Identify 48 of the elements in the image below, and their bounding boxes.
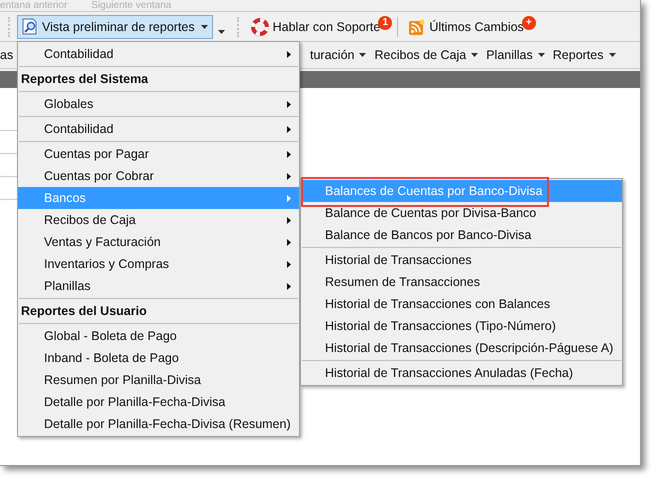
menu-item[interactable]: Globales [18,93,299,115]
caret-icon [359,53,366,57]
menu-item[interactable]: Historial de Transacciones (Descripción-Páguese A) [301,337,622,359]
submenu-arrow-icon [287,50,291,58]
caret-icon [608,53,616,57]
menu-item[interactable]: Historial de Transacciones con Balances [301,293,622,315]
menu-item[interactable]: Cuentas por Cobrar [18,165,299,187]
submenu-arrow-icon [287,150,291,158]
menu-section-header: Reportes del Usuario [20,303,148,320]
menubar-item[interactable]: turación [310,48,374,62]
submenu-arrow-icon [287,260,291,268]
menu-section-header: Reportes del Sistema [20,71,150,88]
submenu-arrow-icon [287,282,291,290]
menu-item[interactable]: Global - Boleta de Pago [18,325,299,347]
menu-item[interactable]: Detalle por Planilla-Fecha-Divisa [18,391,299,413]
menu-item[interactable]: Inventarios y Compras [18,253,299,275]
menubar-item[interactable]: Reportes [552,48,624,62]
menu-item[interactable]: Balance de Cuentas por Divisa-Banco [301,202,622,224]
submenu-arrow-icon [287,100,291,108]
menu-item[interactable]: Detalle por Planilla-Fecha-Divisa (Resumen) [18,413,299,435]
magnifier-page-icon [22,18,38,35]
submenu-arrow-icon [287,216,291,224]
rss-feed-icon [409,18,426,34]
menu-item[interactable]: Resumen por Planilla-Divisa [18,369,299,391]
menu-item[interactable]: Historial de Transacciones Anuladas (Fecha) [301,362,622,384]
submenu-arrow-icon [287,194,291,202]
menu-item[interactable]: Historial de Transacciones (Tipo-Número) [301,315,622,337]
menu-item[interactable]: Historial de Transacciones [301,249,622,271]
menu-item[interactable]: Ventas y Facturación [18,231,299,253]
submenu-arrow-icon [287,238,291,246]
changes-button[interactable]: Últimos Cambios + [404,14,535,38]
menu-item[interactable]: Contabilidad [18,118,299,140]
menu-item[interactable]: Resumen de Transacciones [301,271,622,293]
menubar-item[interactable]: Planillas [486,48,553,62]
caret-icon [471,53,478,57]
lifebuoy-icon [250,18,269,36]
caret-icon [200,24,208,28]
menubar-item[interactable]: Recibos de Caja [374,48,486,62]
menu-item[interactable]: Inband - Boleta de Pago [18,347,299,369]
caret-icon [538,53,545,57]
menu-item[interactable]: Planillas [18,275,299,297]
menu-item[interactable]: Contabilidad [18,43,299,65]
submenu-arrow-icon [287,126,291,132]
menu-item[interactable]: Balance de Bancos por Banco-Divisa [301,224,622,246]
submenu-arrow-icon [287,172,291,180]
menu-item[interactable]: Recibos de Caja [18,209,299,231]
menu-item[interactable]: Cuentas por Pagar [18,143,299,165]
report-preview-button[interactable]: Vista preliminar de reportes [17,14,213,38]
